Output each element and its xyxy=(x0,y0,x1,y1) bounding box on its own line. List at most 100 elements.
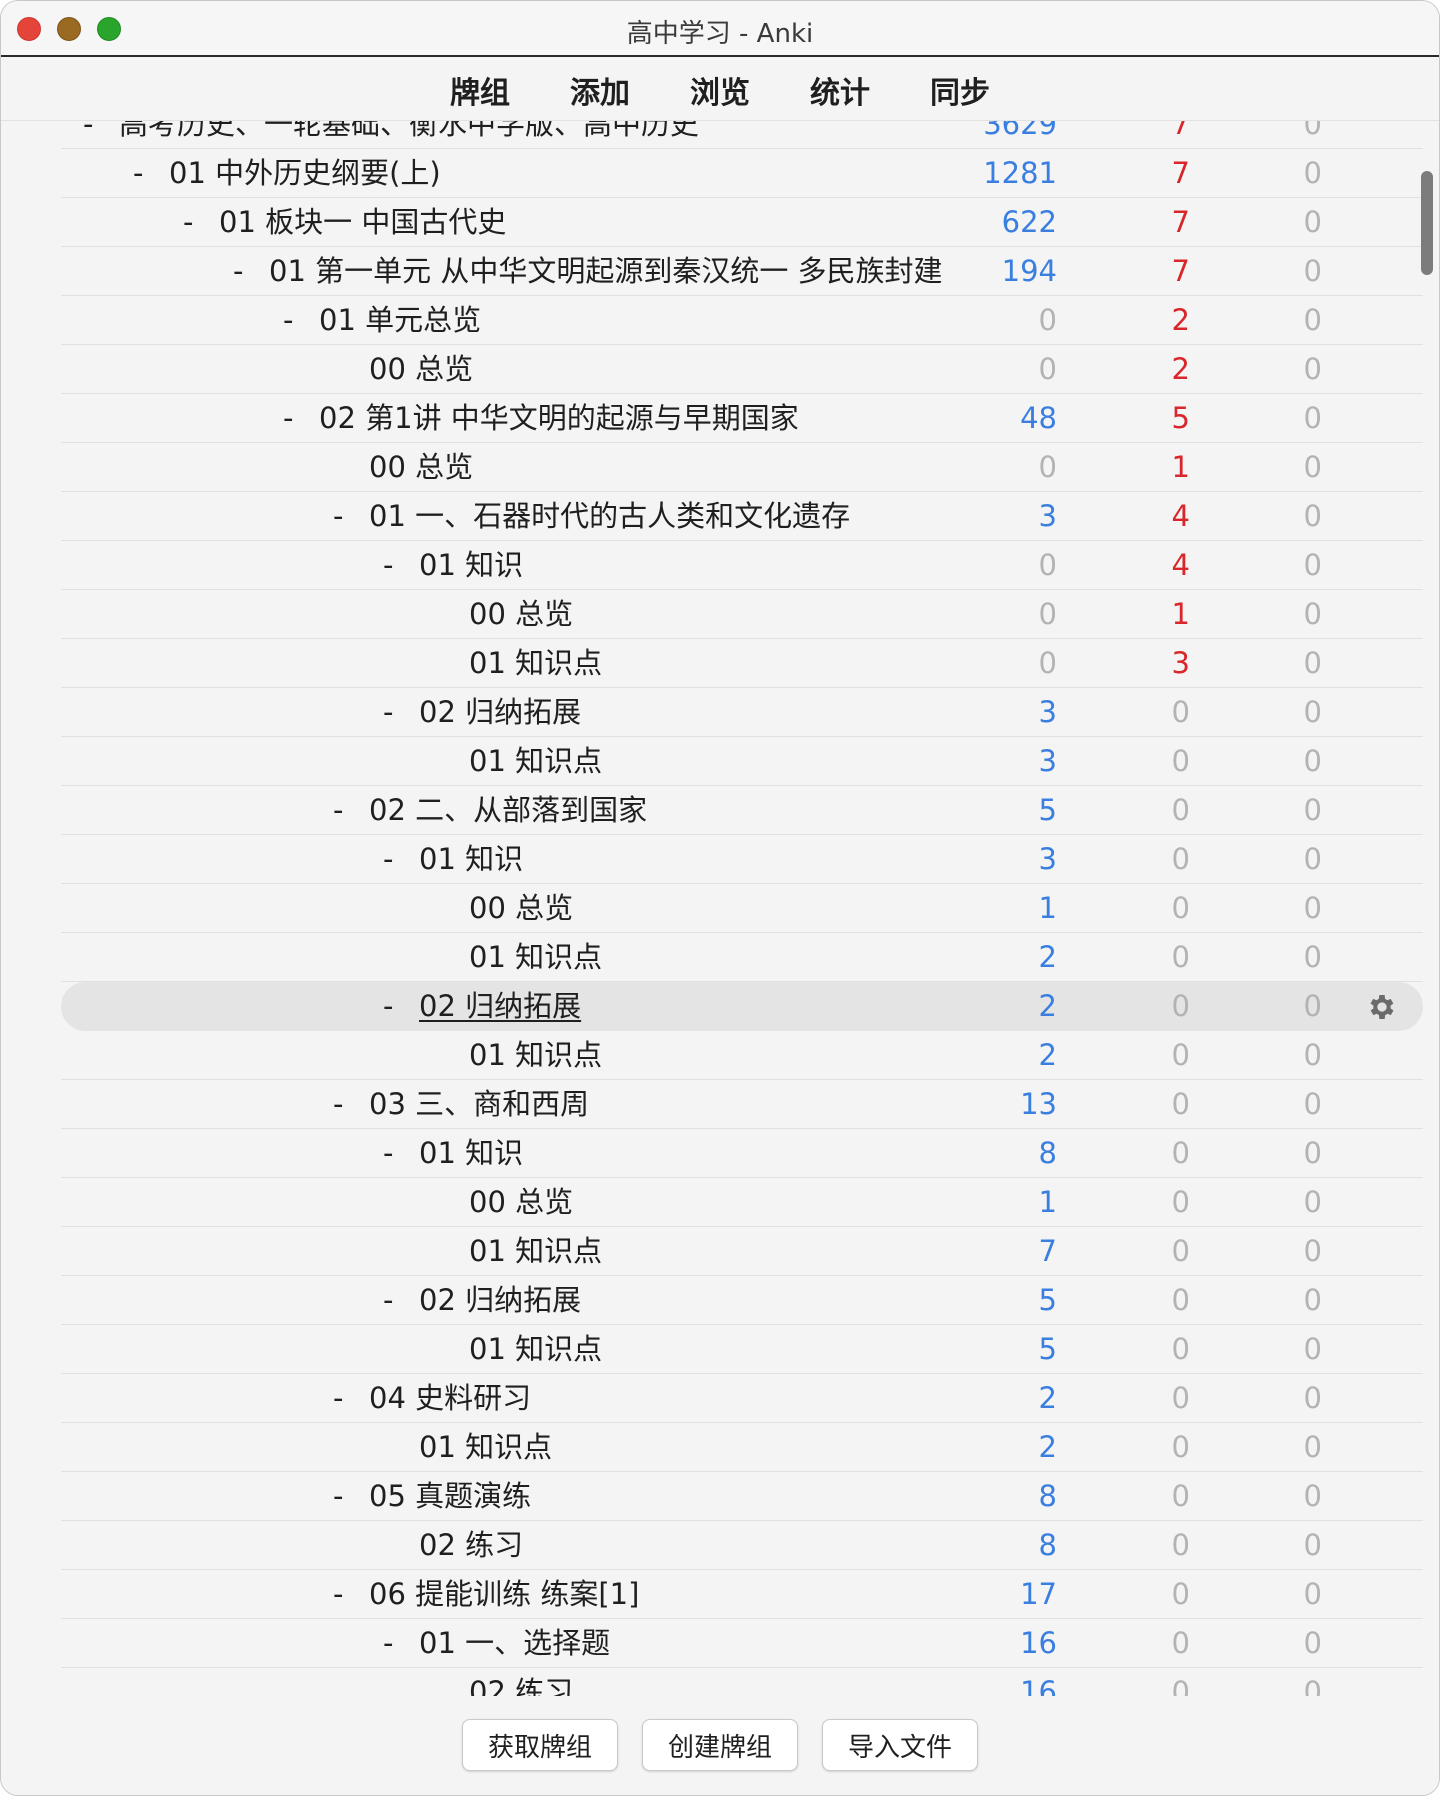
deck-row[interactable]: 00 总览 0 2 0 xyxy=(61,345,1423,394)
deck-name[interactable]: 00 总览 xyxy=(369,352,473,386)
deck-name[interactable]: 02 归纳拓展 xyxy=(419,1283,581,1317)
collapse-toggle[interactable]: - xyxy=(383,688,419,737)
deck-name[interactable]: 02 二、从部落到国家 xyxy=(369,793,647,827)
collapse-toggle[interactable]: - xyxy=(383,835,419,884)
deck-row[interactable]: -01 第一单元 从中华文明起源到秦汉统一 多民族封建 194 7 0 xyxy=(61,247,1423,296)
deck-row[interactable]: 01 知识点 2 0 0 xyxy=(61,933,1423,982)
toolbar-stats[interactable]: 统计 xyxy=(808,68,872,112)
deck-row[interactable]: -02 二、从部落到国家 5 0 0 xyxy=(61,786,1423,835)
deck-name[interactable]: 01 知识点 xyxy=(419,1430,552,1464)
toolbar-add[interactable]: 添加 xyxy=(568,68,632,112)
deck-row[interactable]: 00 总览 0 1 0 xyxy=(61,443,1423,492)
deck-name[interactable]: 01 知识 xyxy=(419,842,523,876)
deck-row[interactable]: -01 知识 3 0 0 xyxy=(61,835,1423,884)
deck-name[interactable]: 00 总览 xyxy=(469,891,573,925)
deck-name[interactable]: 01 知识 xyxy=(419,1136,523,1170)
deck-name[interactable]: 01 知识点 xyxy=(469,1234,602,1268)
deck-list[interactable]: - 高考历史、一轮基础、衡水中学版、高中历史 3629 7 0-01 中外历史纲要(上)… xyxy=(1,121,1439,1696)
deck-row[interactable]: 01 知识点 0 3 0 xyxy=(61,639,1423,688)
deck-name-cell: -01 中外历史纲要(上) xyxy=(133,149,441,198)
deck-row-current[interactable]: -02 归纳拓展 2 0 0 xyxy=(61,982,1423,1031)
deck-name[interactable]: 01 知识点 xyxy=(469,1038,602,1072)
deck-row[interactable]: 00 总览 1 0 0 xyxy=(61,1178,1423,1227)
collapse-toggle[interactable]: - xyxy=(183,198,219,247)
collapse-toggle[interactable]: - xyxy=(333,1472,369,1521)
collapse-toggle[interactable]: - xyxy=(383,1276,419,1325)
deck-row[interactable]: - 高考历史、一轮基础、衡水中学版、高中历史 3629 7 0 xyxy=(61,121,1423,149)
deck-name[interactable]: 01 板块一 中国古代史 xyxy=(219,205,506,239)
deck-name[interactable]: 04 史料研习 xyxy=(369,1381,531,1415)
toolbar-browse[interactable]: 浏览 xyxy=(688,68,752,112)
create-deck-button[interactable]: 创建牌组 xyxy=(642,1719,798,1771)
deck-row[interactable]: -01 板块一 中国古代史 622 7 0 xyxy=(61,198,1423,247)
deck-row[interactable]: -01 一、选择题 16 0 0 xyxy=(61,1619,1423,1668)
collapse-toggle[interactable]: - xyxy=(383,541,419,590)
collapse-toggle[interactable]: - xyxy=(333,1080,369,1129)
deck-name[interactable]: 01 单元总览 xyxy=(319,303,481,337)
count-new: 2 xyxy=(1038,1038,1057,1072)
deck-name[interactable]: 01 一、石器时代的古人类和文化遗存 xyxy=(369,499,850,533)
scrollbar-thumb[interactable] xyxy=(1421,171,1433,275)
count-due: 0 xyxy=(1303,401,1322,435)
deck-name[interactable]: 05 真题演练 xyxy=(369,1479,531,1513)
deck-name[interactable]: 高考历史、一轮基础、衡水中学版、高中历史 xyxy=(119,121,699,141)
collapse-toggle[interactable]: - xyxy=(133,149,169,198)
deck-name[interactable]: 01 知识点 xyxy=(469,646,602,680)
deck-row[interactable]: 00 总览 1 0 0 xyxy=(61,884,1423,933)
deck-row[interactable]: -01 单元总览 0 2 0 xyxy=(61,296,1423,345)
import-file-button[interactable]: 导入文件 xyxy=(822,1719,978,1771)
deck-name[interactable]: 02 归纳拓展 xyxy=(419,695,581,729)
deck-row[interactable]: -06 提能训练 练案[1] 17 0 0 xyxy=(61,1570,1423,1619)
toolbar-decks[interactable]: 牌组 xyxy=(448,68,512,112)
deck-row[interactable]: 01 知识点 2 0 0 xyxy=(61,1031,1423,1080)
deck-name[interactable]: 02 第1讲 中华文明的起源与早期国家 xyxy=(319,401,799,435)
collapse-toggle[interactable]: - xyxy=(383,982,419,1031)
deck-row[interactable]: -02 归纳拓展 3 0 0 xyxy=(61,688,1423,737)
deck-name[interactable]: 00 总览 xyxy=(469,1185,573,1219)
deck-name[interactable]: 01 第一单元 从中华文明起源到秦汉统一 多民族封建 xyxy=(269,254,943,288)
deck-name[interactable]: 02 练习 xyxy=(469,1675,573,1696)
deck-name[interactable]: 01 一、选择题 xyxy=(419,1626,610,1660)
title-bar[interactable]: 高中学习 - Anki xyxy=(1,1,1439,57)
collapse-toggle[interactable]: - xyxy=(333,1570,369,1619)
deck-name[interactable]: 00 总览 xyxy=(469,597,573,631)
deck-row[interactable]: 01 知识点 3 0 0 xyxy=(61,737,1423,786)
collapse-toggle[interactable]: - xyxy=(333,1374,369,1423)
collapse-toggle[interactable]: - xyxy=(383,1129,419,1178)
deck-row[interactable]: 01 知识点 2 0 0 xyxy=(61,1423,1423,1472)
deck-name[interactable]: 02 归纳拓展 xyxy=(419,989,581,1023)
deck-name[interactable]: 01 知识 xyxy=(419,548,523,582)
deck-name[interactable]: 01 知识点 xyxy=(469,940,602,974)
collapse-toggle[interactable]: - xyxy=(283,394,319,443)
deck-row[interactable]: -04 史料研习 2 0 0 xyxy=(61,1374,1423,1423)
deck-row[interactable]: -01 一、石器时代的古人类和文化遗存 3 4 0 xyxy=(61,492,1423,541)
toolbar-sync[interactable]: 同步 xyxy=(928,68,992,112)
deck-row[interactable]: -05 真题演练 8 0 0 xyxy=(61,1472,1423,1521)
deck-row[interactable]: -01 中外历史纲要(上) 1281 7 0 xyxy=(61,149,1423,198)
deck-name[interactable]: 06 提能训练 练案[1] xyxy=(369,1577,639,1611)
deck-name[interactable]: 00 总览 xyxy=(369,450,473,484)
deck-row[interactable]: -02 归纳拓展 5 0 0 xyxy=(61,1276,1423,1325)
get-shared-button[interactable]: 获取牌组 xyxy=(462,1719,618,1771)
deck-name[interactable]: 02 练习 xyxy=(419,1528,523,1562)
deck-row[interactable]: 02 练习 16 0 0 xyxy=(61,1668,1423,1696)
deck-row[interactable]: -01 知识 8 0 0 xyxy=(61,1129,1423,1178)
collapse-toggle[interactable]: - xyxy=(233,247,269,296)
deck-name[interactable]: 01 知识点 xyxy=(469,1332,602,1366)
deck-name[interactable]: 01 中外历史纲要(上) xyxy=(169,156,441,190)
deck-name[interactable]: 01 知识点 xyxy=(469,744,602,778)
deck-row[interactable]: 01 知识点 7 0 0 xyxy=(61,1227,1423,1276)
deck-options-gear-icon[interactable] xyxy=(1366,991,1398,1023)
deck-name[interactable]: 03 三、商和西周 xyxy=(369,1087,589,1121)
collapse-toggle[interactable]: - xyxy=(383,1619,419,1668)
collapse-toggle[interactable]: - xyxy=(333,492,369,541)
deck-row[interactable]: -01 知识 0 4 0 xyxy=(61,541,1423,590)
deck-row[interactable]: -02 第1讲 中华文明的起源与早期国家 48 5 0 xyxy=(61,394,1423,443)
deck-row[interactable]: 01 知识点 5 0 0 xyxy=(61,1325,1423,1374)
collapse-toggle[interactable]: - xyxy=(333,786,369,835)
collapse-toggle[interactable]: - xyxy=(83,121,119,149)
deck-row[interactable]: 02 练习 8 0 0 xyxy=(61,1521,1423,1570)
deck-row[interactable]: 00 总览 0 1 0 xyxy=(61,590,1423,639)
deck-row[interactable]: -03 三、商和西周 13 0 0 xyxy=(61,1080,1423,1129)
collapse-toggle[interactable]: - xyxy=(283,296,319,345)
